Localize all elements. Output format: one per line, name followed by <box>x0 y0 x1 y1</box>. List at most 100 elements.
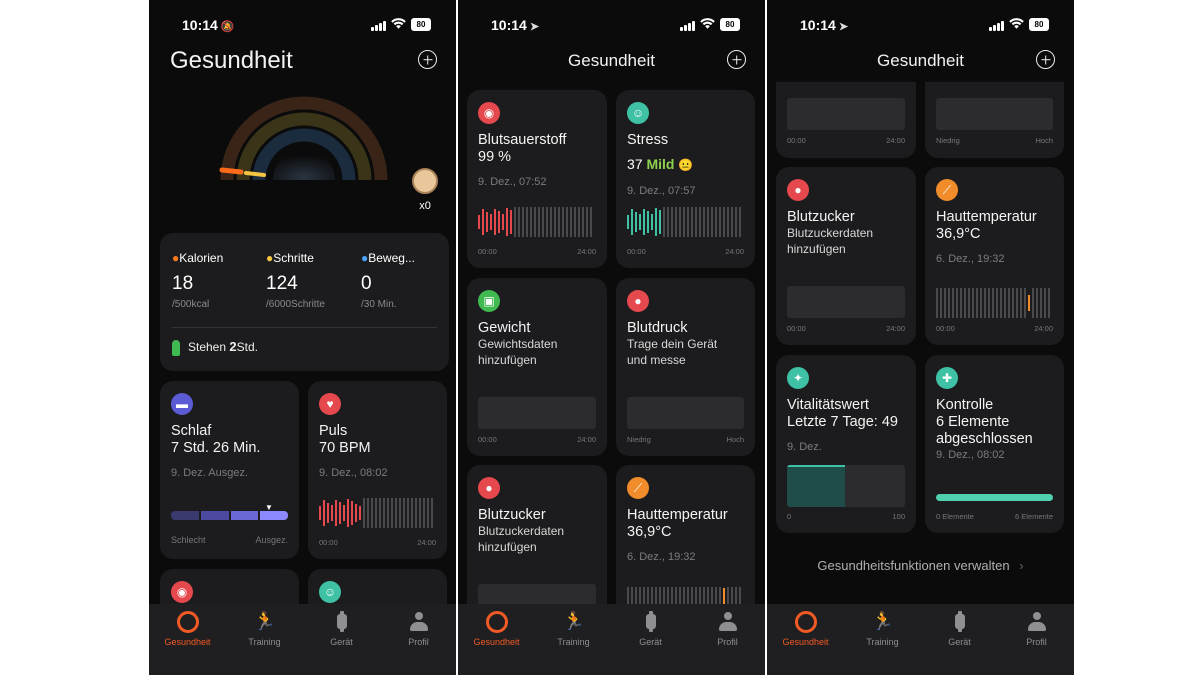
pulse-bar <box>415 498 417 528</box>
temp-bar <box>663 587 665 605</box>
move-label: Beweg... <box>368 251 415 265</box>
axis-left: 00:00 <box>787 324 806 333</box>
axis-right: Ausgez. <box>255 535 288 545</box>
pulse-bar <box>331 505 333 521</box>
sleep-card[interactable]: ▬ Schlaf 7 Std. 26 Min. 9. Dez. Ausgez. ▼… <box>160 381 299 559</box>
tab-training[interactable]: 🏃 Training <box>535 611 612 647</box>
location-icon: ➤ <box>529 21 540 33</box>
stress-bar <box>731 207 733 237</box>
add-button[interactable] <box>1036 50 1055 69</box>
stress-bar <box>683 207 685 237</box>
stress-card[interactable]: ☺ Stress 37 Mild 😐 9. Dez., 07:57 00:00 2… <box>616 90 755 268</box>
axis-left: 0 <box>787 512 792 521</box>
pulse-card[interactable]: ♥ Puls 70 BPM 9. Dez., 08:02 00:00 24:00 <box>308 381 447 559</box>
rewards-badge[interactable]: x0 <box>411 168 439 212</box>
stress-bar <box>627 215 629 229</box>
axis-right: 24:00 <box>417 538 436 547</box>
add-button[interactable] <box>727 50 746 69</box>
vitality-icon: ✦ <box>787 367 809 389</box>
weight-card[interactable]: ▣ Gewicht Gewichtsdaten hinzufügen 00:00 2… <box>467 278 607 456</box>
chart-placeholder <box>936 98 1053 130</box>
tab-gesundheit[interactable]: Gesundheit <box>767 611 844 647</box>
oxygen-bar <box>590 207 592 237</box>
tab-gesundheit[interactable]: Gesundheit <box>149 611 226 647</box>
axis-left: 00:00 <box>787 136 806 145</box>
temp-bar <box>988 288 990 318</box>
temp-bar <box>687 587 689 605</box>
tab-profil[interactable]: Profil <box>380 611 456 647</box>
pulse-bar <box>371 498 373 528</box>
oxygen-bar <box>538 207 540 237</box>
location-icon: ➤ <box>838 21 849 33</box>
axis-left: 0 Elemente <box>936 512 974 521</box>
skin-temp-card[interactable]: ⟋ Hauttemperatur 36,9°C 6. Dez., 19:32 00… <box>925 167 1064 345</box>
stress-bar <box>735 207 737 237</box>
stress-bar <box>639 214 641 230</box>
temp-bar <box>731 587 733 605</box>
health-ring-icon <box>794 611 817 633</box>
axis-left: 00:00 <box>627 247 646 256</box>
battery-icon: 80 <box>1029 18 1049 31</box>
oxygen-bar <box>578 207 580 237</box>
oxygen-bar <box>482 209 484 235</box>
activity-card[interactable]: ●Kalorien 18 /500kcal ●Schritte 124 /600… <box>160 233 449 371</box>
pulse-bar <box>327 502 329 524</box>
blood-sugar-card[interactable]: ● Blutzucker Blutzuckerdaten hinzufügen 0… <box>776 167 916 345</box>
temp-bar <box>715 587 717 605</box>
pulse-bar <box>411 498 413 528</box>
oxygen-bar <box>558 207 560 237</box>
tab-geraet[interactable]: Gerät <box>921 611 998 647</box>
tab-bar: Gesundheit 🏃 Training Gerät Profil <box>458 604 765 675</box>
tab-profil[interactable]: Profil <box>998 611 1074 647</box>
temp-bar <box>671 587 673 605</box>
sugar-hint: Blutzuckerdaten <box>787 226 874 240</box>
oxygen-bar <box>574 207 576 237</box>
oxygen-chart <box>478 206 592 238</box>
add-button[interactable] <box>418 50 437 69</box>
tab-gesundheit[interactable]: Gesundheit <box>458 611 535 647</box>
blood-pressure-card[interactable]: ● Blutdruck Trage dein Gerät und messe Ni… <box>616 278 755 456</box>
oxygen-bar <box>506 207 508 237</box>
axis-left: Schlecht <box>171 535 206 545</box>
tab-training[interactable]: 🏃 Training <box>844 611 921 647</box>
stress-bar <box>723 207 725 237</box>
temp-bar <box>960 288 962 318</box>
oxygen-bar <box>542 207 544 237</box>
stress-date: 9. Dez., 07:57 <box>627 185 696 197</box>
tab-geraet[interactable]: Gerät <box>612 611 689 647</box>
pulse-bar <box>335 499 337 527</box>
tab-training[interactable]: 🏃 Training <box>226 611 303 647</box>
temp-bar <box>631 587 633 605</box>
tab-profil[interactable]: Profil <box>689 611 765 647</box>
thermometer-icon: ⟋ <box>627 477 649 499</box>
axis-right: 24:00 <box>577 435 596 444</box>
skin-temp-chart <box>936 287 1050 319</box>
profile-icon <box>1026 611 1048 633</box>
oxygen-card[interactable]: ◉ Blutsauerstoff 99 % 9. Dez., 07:52 00:0… <box>467 90 607 268</box>
drop-icon: ● <box>787 179 809 201</box>
clock: 10:14 <box>491 17 527 33</box>
temp-bar <box>948 288 950 318</box>
page-title: Gesundheit <box>568 51 655 70</box>
vitality-bar <box>787 465 905 507</box>
checkup-card[interactable]: ✚ Kontrolle 6 Elemente abgeschlossen 9. De… <box>925 355 1064 533</box>
pulse-bar <box>423 498 425 528</box>
axis-left: 00:00 <box>319 538 338 547</box>
signal-icon <box>371 21 387 31</box>
stress-bar <box>715 207 717 237</box>
move-stat: ●Beweg... 0 /30 Min. <box>361 251 443 310</box>
temp-bar <box>639 587 641 605</box>
vitality-fill <box>787 465 845 507</box>
oxygen-bar <box>534 207 536 237</box>
tab-geraet[interactable]: Gerät <box>303 611 380 647</box>
axis-right: 24:00 <box>1034 324 1053 333</box>
wifi-icon <box>1009 18 1024 29</box>
axis-right: 24:00 <box>725 247 744 256</box>
card-title: Puls 70 BPM <box>319 423 371 456</box>
sleep-quality-bar <box>171 511 288 520</box>
wifi-icon <box>391 18 406 29</box>
stand-person-icon <box>172 339 180 356</box>
wifi-icon <box>700 18 715 29</box>
manage-health-link[interactable]: Gesundheitsfunktionen verwalten › <box>767 558 1074 573</box>
vitality-card[interactable]: ✦ Vitalitätswert Letzte 7 Tage: 49 9. Dez… <box>776 355 916 533</box>
